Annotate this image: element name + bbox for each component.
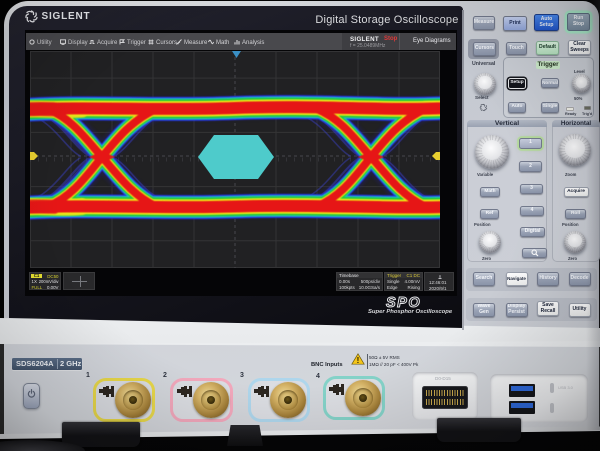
svg-text:!: ! [357, 356, 360, 365]
